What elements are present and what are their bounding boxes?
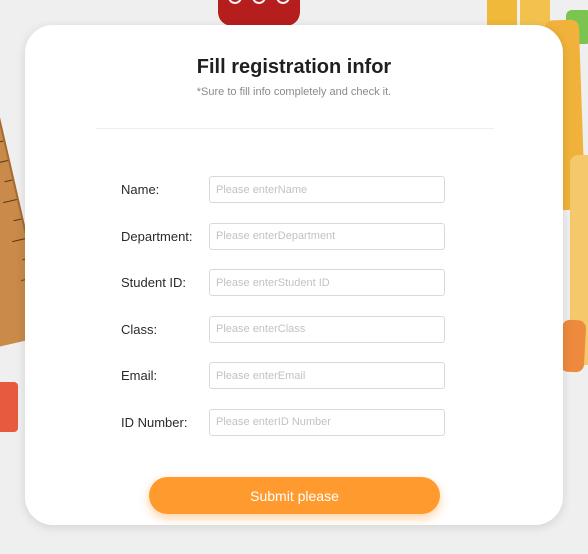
department-label: Department:: [121, 228, 193, 244]
registration-card: Fill registration infor *Sure to fill in…: [25, 25, 563, 525]
form-row-department: Department:: [121, 222, 471, 250]
email-input[interactable]: [209, 362, 445, 390]
id-number-input[interactable]: [209, 408, 445, 436]
form-row-id-number: ID Number:: [121, 408, 471, 436]
red-toy-decoration: [218, 0, 300, 26]
student-id-label: Student ID:: [121, 275, 187, 291]
class-input[interactable]: [209, 315, 445, 343]
form-row-class: Class:: [121, 315, 471, 343]
name-label: Name:: [121, 182, 160, 197]
registration-form: Name: Department: Student ID: Class: Ema…: [121, 176, 471, 456]
id-number-label: ID Number:: [121, 414, 188, 430]
crayon-decoration: [559, 319, 587, 373]
page-title: Fill registration infor: [196, 56, 392, 78]
form-row-email: Email:: [121, 362, 471, 390]
submit-button[interactable]: Submit please: [149, 477, 440, 514]
form-row-student-id: Student ID:: [121, 269, 471, 297]
divider: [96, 128, 494, 129]
student-id-input[interactable]: [209, 269, 445, 297]
orange-block-decoration: [0, 382, 18, 432]
form-row-name: Name:: [121, 176, 471, 203]
department-input[interactable]: [209, 222, 445, 250]
form-header: Fill registration infor *Sure to fill in…: [25, 25, 563, 99]
page-subtitle: *Sure to fill info completely and check …: [196, 86, 392, 98]
name-input[interactable]: [209, 176, 445, 203]
email-label: Email:: [121, 368, 158, 384]
class-label: Class:: [121, 321, 158, 337]
